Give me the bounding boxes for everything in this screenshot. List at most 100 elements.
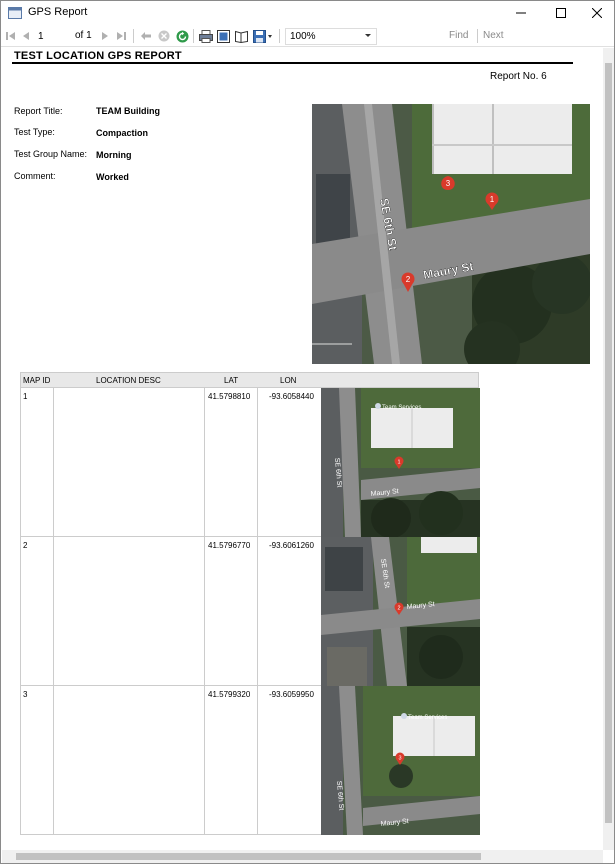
cell-divider <box>53 686 54 835</box>
stop-button[interactable] <box>157 28 171 44</box>
svg-text:2: 2 <box>397 606 400 612</box>
row-lat: 41.5799320 <box>208 690 251 699</box>
minimize-icon <box>516 12 526 14</box>
svg-text:3: 3 <box>398 756 401 762</box>
row-map-image: Team Services SE 6th St Maury St 3 <box>321 686 480 835</box>
heading-rule <box>12 62 573 64</box>
toolbar-separator <box>279 29 280 43</box>
vertical-scrollbar[interactable] <box>603 48 614 850</box>
back-button[interactable] <box>139 28 153 44</box>
svg-text:2: 2 <box>406 275 411 284</box>
test-group-value: Morning <box>96 150 132 160</box>
print-layout-button[interactable] <box>216 28 231 44</box>
header-map-id: MAP ID <box>23 376 51 385</box>
row-lon: -93.6059950 <box>269 690 314 699</box>
maximize-button[interactable] <box>541 1 581 25</box>
row-map-marker-label: 3 <box>398 756 401 762</box>
row-map-marker-label: 2 <box>397 606 400 612</box>
page-total: 1 <box>86 30 92 41</box>
next-page-icon <box>102 32 108 40</box>
satellite-map-image: SE 6th St Maury St 3 1 2 <box>312 104 590 364</box>
cell-divider <box>257 686 258 835</box>
title-bar[interactable]: GPS Report <box>1 1 614 25</box>
map-marker-2-label: 2 <box>406 275 411 284</box>
first-page-icon <box>6 32 15 40</box>
cell-divider <box>53 537 54 686</box>
minimize-button[interactable] <box>501 1 541 25</box>
find-next-link[interactable]: Next <box>483 30 504 41</box>
last-page-button[interactable] <box>115 28 127 44</box>
page-setup-button[interactable] <box>234 28 249 44</box>
find-link[interactable]: Find <box>449 30 468 41</box>
row-map-id: 1 <box>23 392 28 401</box>
cell-divider <box>257 388 258 537</box>
row-map-business: Team Services <box>408 715 447 721</box>
header-lon: LON <box>280 376 297 385</box>
row-map-thumbnail: Team Services SE 6th St Maury St 1 <box>321 388 480 537</box>
report-toolbar: of 1 100% Find <box>1 25 614 47</box>
test-group-label: Test Group Name: <box>14 149 88 159</box>
row-map-image: Team Services SE 6th St Maury St 1 <box>321 388 480 537</box>
cell-divider <box>204 388 205 537</box>
first-page-button[interactable] <box>5 28 17 44</box>
zoom-select[interactable]: 100% <box>285 28 377 45</box>
svg-text:1: 1 <box>490 195 495 204</box>
row-map-image: SE 6th St Maury St 2 <box>321 537 480 686</box>
svg-text:Team Services: Team Services <box>382 405 421 411</box>
report-app-icon <box>8 7 22 19</box>
svg-text:1: 1 <box>397 460 400 466</box>
svg-text:3: 3 <box>446 179 451 188</box>
save-export-icon <box>253 29 272 43</box>
print-button[interactable] <box>198 28 213 44</box>
toolbar-separator <box>193 29 194 43</box>
test-type-value: Compaction <box>96 128 149 138</box>
zoom-value: 100% <box>290 31 316 42</box>
page-of-text: of <box>75 30 84 41</box>
report-title-label: Report Title: <box>14 106 63 116</box>
row-map-thumbnail: Team Services SE 6th St Maury St 3 <box>321 686 480 835</box>
previous-page-icon <box>23 32 29 40</box>
back-arrow-icon <box>141 32 151 40</box>
page-setup-icon <box>235 30 248 43</box>
row-lon: -93.6058440 <box>269 392 314 401</box>
horizontal-scrollbar[interactable] <box>2 850 603 863</box>
row-map-business: Team Services <box>382 405 421 411</box>
satellite-map: SE 6th St Maury St 3 1 2 <box>312 104 590 364</box>
printer-icon <box>198 29 213 43</box>
map-marker-3-label: 3 <box>446 179 451 188</box>
zoom-dropdown-icon[interactable] <box>365 34 371 37</box>
next-page-button[interactable] <box>99 28 111 44</box>
comment-label: Comment: <box>14 171 56 181</box>
current-page-input[interactable] <box>38 28 70 44</box>
toolbar-separator <box>477 29 478 43</box>
refresh-button[interactable] <box>175 28 189 44</box>
test-type-label: Test Type: <box>14 127 55 137</box>
close-button[interactable] <box>577 1 615 25</box>
previous-page-button[interactable] <box>20 28 32 44</box>
comment-value: Worked <box>96 172 129 182</box>
cell-divider <box>204 537 205 686</box>
row-map-thumbnail: SE 6th St Maury St 2 <box>321 537 480 686</box>
header-lat: LAT <box>224 376 239 385</box>
refresh-icon <box>176 30 188 42</box>
horizontal-scrollbar-thumb[interactable] <box>16 853 481 860</box>
report-number: Report No. 6 <box>490 71 547 82</box>
export-button[interactable] <box>252 28 274 44</box>
find-input[interactable] <box>383 28 441 45</box>
table-row: 3 41.5799320 -93.6059950 Team Services S… <box>20 686 480 835</box>
report-window: GPS Report of 1 <box>0 0 615 864</box>
cell-divider <box>257 537 258 686</box>
window-title: GPS Report <box>28 6 88 18</box>
map-marker-1-label: 1 <box>490 195 495 204</box>
table-row: 1 41.5798810 -93.6058440 Team Services S… <box>20 388 480 537</box>
close-icon <box>592 8 602 18</box>
vertical-scrollbar-thumb[interactable] <box>605 63 612 823</box>
row-lon: -93.6061260 <box>269 541 314 550</box>
report-heading: TEST LOCATION GPS REPORT <box>14 50 182 62</box>
last-page-icon <box>117 32 126 40</box>
table-row: 2 41.5796770 -93.6061260 SE 6th St Maury… <box>20 537 480 686</box>
cell-divider <box>204 686 205 835</box>
row-lat: 41.5798810 <box>208 392 251 401</box>
row-map-marker-label: 1 <box>397 460 400 466</box>
print-layout-icon <box>217 29 230 43</box>
